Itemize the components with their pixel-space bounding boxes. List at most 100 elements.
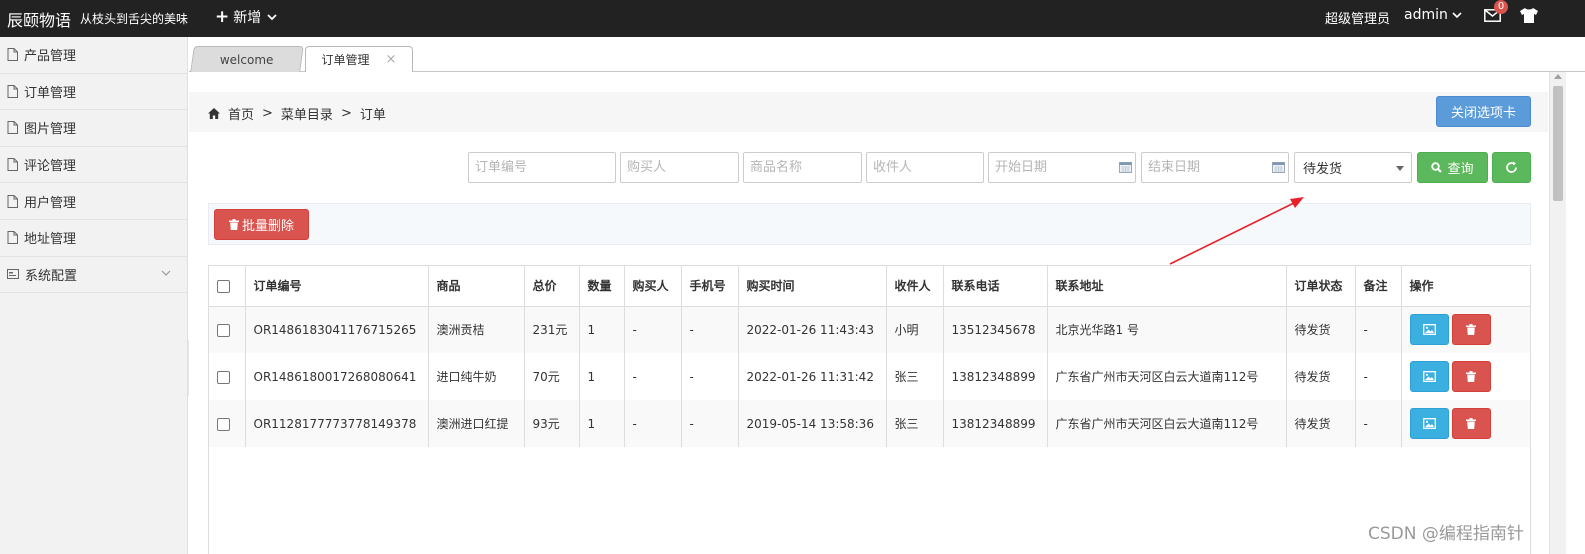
sidebar-item-system-config[interactable]: 系统配置 bbox=[0, 257, 187, 294]
column-header: 购买时间 bbox=[738, 266, 887, 307]
sidebar-item-addresses[interactable]: 地址管理 bbox=[0, 220, 187, 257]
breadcrumb-home[interactable]: 首页 bbox=[228, 104, 254, 123]
total-price-cell: 93元 bbox=[524, 400, 580, 447]
breadcrumb-current: 订单 bbox=[359, 108, 386, 123]
receiver-cell: 小明 bbox=[886, 306, 944, 353]
remark-cell: - bbox=[1355, 400, 1402, 447]
column-header: 操作 bbox=[1401, 266, 1530, 307]
view-image-button[interactable] bbox=[1409, 361, 1449, 392]
tab-order-management[interactable]: 订单管理 × bbox=[305, 46, 413, 73]
close-icon[interactable]: × bbox=[386, 52, 397, 67]
order-status-select[interactable]: 待发货 bbox=[1294, 152, 1412, 183]
tab-bar: welcome 订单管理 × bbox=[189, 37, 1585, 73]
select-all-cell bbox=[209, 266, 246, 307]
select-all-checkbox[interactable] bbox=[217, 279, 230, 293]
calendar-icon[interactable] bbox=[1272, 162, 1285, 173]
document-icon bbox=[7, 158, 18, 172]
order-status-cell: 待发货 bbox=[1286, 306, 1356, 353]
brand-name[interactable]: 辰颐物语 bbox=[7, 7, 71, 31]
bulk-delete-button[interactable]: 批量删除 bbox=[214, 209, 309, 240]
notification-badge: 0 bbox=[1494, 0, 1508, 14]
trash-icon bbox=[228, 219, 239, 230]
view-image-button[interactable] bbox=[1409, 408, 1449, 439]
tab-welcome[interactable]: welcome bbox=[190, 46, 304, 72]
sidebar-item-label: 产品管理 bbox=[24, 49, 77, 65]
product-cell: 澳洲进口红提 bbox=[428, 400, 525, 447]
trash-icon bbox=[1466, 324, 1476, 336]
address-cell: 北京光华路1 号 bbox=[1047, 306, 1287, 353]
order-number-cell: OR1128177773778149378 bbox=[245, 400, 429, 447]
column-header: 订单编号 bbox=[245, 266, 429, 307]
plus-icon: + bbox=[215, 6, 230, 27]
order-number-input[interactable] bbox=[468, 152, 616, 183]
row-checkbox[interactable] bbox=[217, 323, 230, 337]
user-menu[interactable]: admin bbox=[1404, 7, 1462, 23]
add-new-menu[interactable]: + 新增 bbox=[215, 7, 277, 27]
search-button[interactable]: 查询 bbox=[1417, 152, 1488, 183]
search-icon bbox=[1431, 162, 1443, 173]
table-row: OR1486180017268080641 进口纯牛奶 70元 1 - - 20… bbox=[209, 353, 1530, 400]
theme-shirt-icon[interactable] bbox=[1520, 8, 1538, 23]
address-cell: 广东省广州市天河区白云大道南112号 bbox=[1047, 400, 1287, 447]
row-checkbox[interactable] bbox=[217, 417, 230, 431]
phone-cell: - bbox=[681, 353, 739, 400]
remark-cell: - bbox=[1355, 306, 1402, 353]
refresh-icon bbox=[1506, 161, 1517, 173]
buyer-cell: - bbox=[624, 306, 682, 353]
sidebar-item-label: 地址管理 bbox=[24, 232, 77, 248]
column-header: 手机号 bbox=[681, 266, 739, 307]
sidebar-item-orders[interactable]: 订单管理 bbox=[0, 74, 187, 111]
actions-cell bbox=[1401, 306, 1530, 353]
order-number-cell: OR1486180017268080641 bbox=[245, 353, 429, 400]
table-header-row: 订单编号 商品 总价 数量 购买人 手机号 购买时间 收件人 联系电话 联系地址… bbox=[209, 266, 1530, 307]
sidebar: 产品管理 订单管理 图片管理 评论管理 用户管理 地址管理 系统配置 bbox=[0, 37, 188, 554]
sidebar-item-images[interactable]: 图片管理 bbox=[0, 110, 187, 147]
sidebar-item-label: 订单管理 bbox=[24, 85, 77, 101]
column-header: 数量 bbox=[579, 266, 625, 307]
sidebar-item-users[interactable]: 用户管理 bbox=[0, 183, 187, 220]
row-select-cell bbox=[209, 400, 246, 447]
quantity-cell: 1 bbox=[579, 400, 625, 447]
delete-row-button[interactable] bbox=[1451, 408, 1491, 439]
purchase-time-cell: 2022-01-26 11:43:43 bbox=[738, 306, 887, 353]
sidebar-item-comments[interactable]: 评论管理 bbox=[0, 147, 187, 184]
delete-row-button[interactable] bbox=[1451, 314, 1491, 346]
document-icon bbox=[7, 121, 18, 135]
refresh-button[interactable] bbox=[1492, 152, 1531, 183]
calendar-icon[interactable] bbox=[1119, 162, 1132, 173]
contact-phone-cell: 13812348899 bbox=[943, 400, 1048, 447]
contact-phone-cell: 13512345678 bbox=[943, 306, 1048, 353]
breadcrumb-separator: > bbox=[340, 106, 352, 121]
bulk-delete-label: 批量删除 bbox=[241, 219, 294, 234]
end-date-input[interactable] bbox=[1141, 152, 1289, 183]
vertical-scrollbar[interactable] bbox=[1549, 72, 1566, 554]
product-cell: 进口纯牛奶 bbox=[428, 353, 525, 400]
purchase-time-cell: 2019-05-14 13:58:36 bbox=[738, 400, 887, 447]
table-row: OR1128177773778149378 澳洲进口红提 93元 1 - - 2… bbox=[209, 400, 1530, 447]
purchase-time-cell: 2022-01-26 11:31:42 bbox=[738, 353, 887, 400]
buyer-input[interactable] bbox=[620, 152, 739, 183]
brand-slogan: 从枝头到舌尖的美味 bbox=[80, 12, 189, 26]
sidebar-item-products[interactable]: 产品管理 bbox=[0, 37, 187, 74]
view-image-button[interactable] bbox=[1409, 314, 1449, 346]
delete-row-button[interactable] bbox=[1451, 361, 1491, 392]
main-content: 首页 > 菜单目录 > 订单 关闭选项卡 待发货 查询 批量删除 bbox=[189, 72, 1549, 554]
total-price-cell: 231元 bbox=[524, 306, 580, 353]
order-status-cell: 待发货 bbox=[1286, 353, 1356, 400]
address-cell: 广东省广州市天河区白云大道南112号 bbox=[1047, 353, 1287, 400]
close-tabs-button[interactable]: 关闭选项卡 bbox=[1436, 96, 1531, 127]
document-icon bbox=[7, 84, 18, 98]
breadcrumb-menu[interactable]: 菜单目录 bbox=[281, 104, 333, 123]
start-date-input[interactable] bbox=[988, 152, 1136, 183]
orders-table: 订单编号 商品 总价 数量 购买人 手机号 购买时间 收件人 联系电话 联系地址… bbox=[208, 265, 1531, 554]
row-checkbox[interactable] bbox=[217, 370, 230, 384]
product-name-input[interactable] bbox=[743, 152, 862, 183]
row-select-cell bbox=[209, 306, 246, 353]
quantity-cell: 1 bbox=[579, 306, 625, 353]
scroll-up-arrow-icon[interactable] bbox=[1554, 74, 1562, 79]
scroll-thumb[interactable] bbox=[1553, 86, 1563, 201]
column-header: 收件人 bbox=[886, 266, 944, 307]
receiver-input[interactable] bbox=[866, 152, 984, 183]
column-header: 联系电话 bbox=[943, 266, 1048, 307]
quantity-cell: 1 bbox=[579, 353, 625, 400]
